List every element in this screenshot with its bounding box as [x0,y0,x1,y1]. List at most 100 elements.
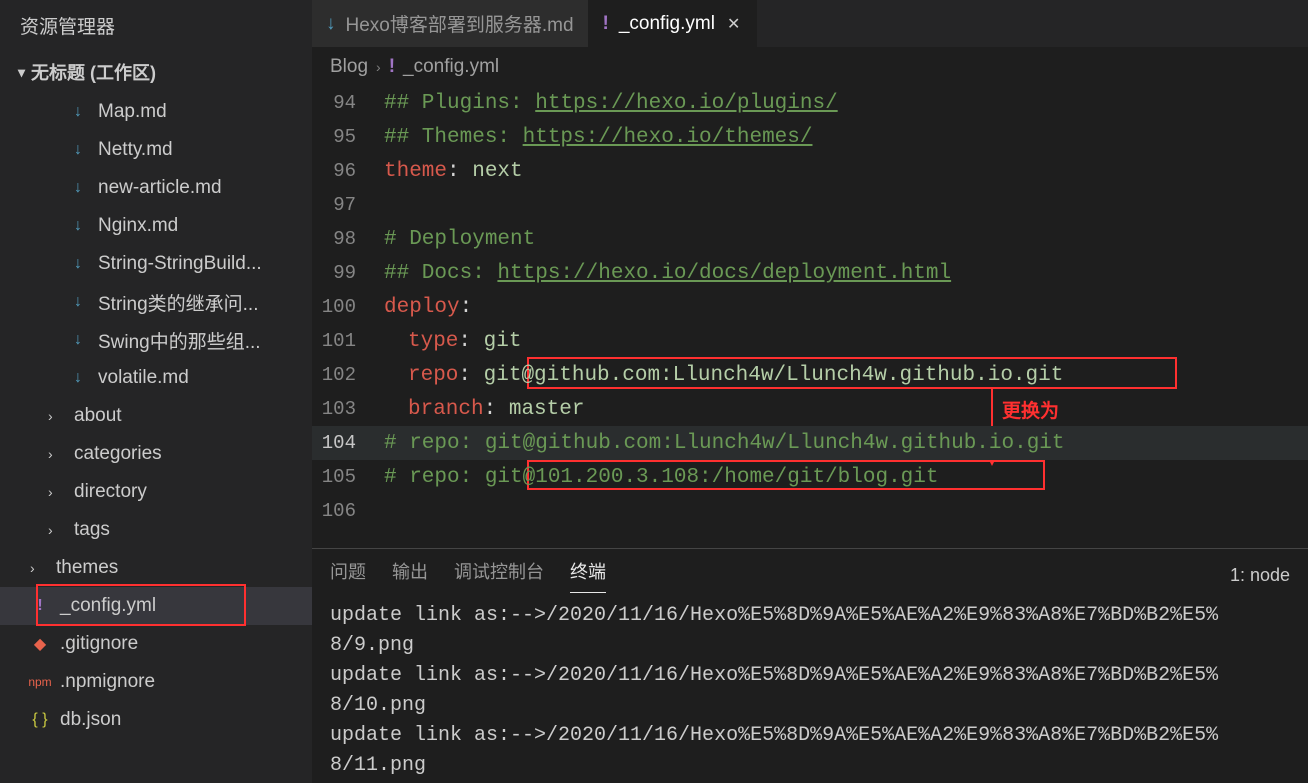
folder-item[interactable]: ›themes [0,549,312,587]
breadcrumb[interactable]: Blog › ! _config.yml [312,48,1308,86]
file-name: _config.yml [60,595,156,617]
markdown-file-icon: ↓ [68,255,88,273]
chevron-down-icon: ▾ [18,64,25,81]
file-name: .npmignore [60,671,155,693]
file-name: Swing中的那些组... [98,327,261,354]
code-line[interactable]: 101type: git [312,324,1308,358]
folder-item[interactable]: ›directory [0,473,312,511]
folder-name: about [74,405,122,427]
code-content: type: git [384,330,521,353]
terminal-tab[interactable]: 调试控制台 [454,558,544,592]
git-file-icon: ◆ [30,634,50,654]
file-item[interactable]: { } db.json [0,701,312,739]
markdown-file-icon: ↓ [68,103,88,121]
close-icon[interactable]: ✕ [725,14,742,34]
code-content: theme: next [384,160,523,183]
editor-tab[interactable]: ↓Hexo博客部署到服务器.md [312,0,589,47]
file-item[interactable]: npm .npmignore [0,663,312,701]
file-item[interactable]: ↓ Map.md [0,93,312,131]
code-line[interactable]: 97 [312,188,1308,222]
file-name: new-article.md [98,177,222,199]
terminal-tab[interactable]: 终端 [570,558,606,593]
code-line[interactable]: 95## Themes: https://hexo.io/themes/ [312,120,1308,154]
line-number: 103 [312,398,384,420]
code-line[interactable]: 103branch: master [312,392,1308,426]
terminal-selector[interactable]: 1: node [1230,565,1290,586]
markdown-file-icon: ↓ [68,369,88,387]
file-item[interactable]: ↓String-StringBuild... [0,245,312,283]
folder-item[interactable]: › categories [0,435,312,473]
file-item[interactable]: ↓ Swing中的那些组... [0,321,312,359]
code-line[interactable]: 99## Docs: https://hexo.io/docs/deployme… [312,256,1308,290]
terminal-output[interactable]: update link as:-->/2020/11/16/Hexo%E5%8D… [312,593,1308,783]
code-content: branch: master [384,398,584,421]
code-line[interactable]: 100deploy: [312,290,1308,324]
markdown-file-icon: ↓ [68,141,88,159]
markdown-file-icon: ↓ [68,331,88,349]
folder-name: tags [74,519,110,541]
code-line[interactable]: 104# repo: git@github.com:Llunch4w/Llunc… [312,426,1308,460]
terminal-line: update link as:-->/2020/11/16/Hexo%E5%8D… [330,601,1290,631]
file-item[interactable]: ! _config.yml [0,587,312,625]
code-line[interactable]: 106 [312,494,1308,528]
folder-name: categories [74,443,162,465]
file-item[interactable]: ↓Nginx.md [0,207,312,245]
code-content: ## Plugins: https://hexo.io/plugins/ [384,92,838,115]
file-name: .gitignore [60,633,138,655]
explorer-title: 资源管理器 [0,0,312,53]
file-name: db.json [60,709,121,731]
file-tree[interactable]: ↓Map.md↓Netty.md↓new-article.md↓Nginx.md… [0,93,312,783]
terminal-line: 8/10.png [330,691,1290,721]
workspace-header[interactable]: ▾ 无标题 (工作区) [0,53,312,93]
chevron-right-icon: › [48,446,64,462]
tabs-bar: ↓Hexo博客部署到服务器.md!_config.yml✕ [312,0,1308,48]
markdown-file-icon: ↓ [326,13,336,35]
file-name: String类的继承问... [98,289,258,316]
code-content: repo: git@github.com:Llunch4w/Llunch4w.g… [384,364,1063,387]
chevron-right-icon: › [48,484,64,500]
sidebar: 资源管理器 ▾ 无标题 (工作区) ↓Map.md↓Netty.md↓new-a… [0,0,312,783]
code-line[interactable]: 94## Plugins: https://hexo.io/plugins/ [312,86,1308,120]
line-number: 98 [312,228,384,250]
code-content: # repo: git@101.200.3.108:/home/git/blog… [384,466,939,489]
file-name: Map.md [98,101,167,123]
code-editor[interactable]: 更换为 94## Plugins: https://hexo.io/plugin… [312,86,1308,548]
line-number: 102 [312,364,384,386]
breadcrumb-item[interactable]: _config.yml [403,56,499,78]
terminal-line: 8/9.png [330,631,1290,661]
file-item[interactable]: ↓Netty.md [0,131,312,169]
line-number: 104 [312,432,384,454]
line-number: 95 [312,126,384,148]
breadcrumb-item[interactable]: Blog [330,56,368,78]
terminal-tab[interactable]: 问题 [330,558,366,592]
code-content: ## Themes: https://hexo.io/themes/ [384,126,812,149]
file-item[interactable]: ↓volatile.md [0,359,312,397]
tab-label: _config.yml [619,13,715,35]
folder-item[interactable]: ›tags [0,511,312,549]
editor-tab[interactable]: !_config.yml✕ [589,0,758,47]
code-line[interactable]: 98# Deployment [312,222,1308,256]
terminal-tabs: 问题输出调试控制台终端 1: node [312,549,1308,593]
file-item[interactable]: ◆ .gitignore [0,625,312,663]
npm-file-icon: npm [30,675,50,689]
code-content: # Deployment [384,228,535,251]
terminal-line: update link as:-->/2020/11/16/Hexo%E5%8D… [330,721,1290,751]
markdown-file-icon: ↓ [68,179,88,197]
line-number: 100 [312,296,384,318]
json-file-icon: { } [30,711,50,729]
chevron-right-icon: › [48,408,64,424]
terminal-line: update link as:-->/2020/11/16/Hexo%E5%8D… [330,661,1290,691]
line-number: 97 [312,194,384,216]
code-content: ## Docs: https://hexo.io/docs/deployment… [384,262,951,285]
yaml-file-icon: ! [389,56,395,78]
file-item[interactable]: ↓ new-article.md [0,169,312,207]
terminal-tab[interactable]: 输出 [392,558,428,592]
code-line[interactable]: 102repo: git@github.com:Llunch4w/Llunch4… [312,358,1308,392]
code-line[interactable]: 96theme: next [312,154,1308,188]
line-number: 101 [312,330,384,352]
folder-item[interactable]: › about [0,397,312,435]
file-item[interactable]: ↓String类的继承问... [0,283,312,321]
code-line[interactable]: 105# repo: git@101.200.3.108:/home/git/b… [312,460,1308,494]
editor-area: ↓Hexo博客部署到服务器.md! _config.yml ✕ Blog › ! _… [312,0,1308,783]
yaml-file-icon: ! [30,597,50,615]
